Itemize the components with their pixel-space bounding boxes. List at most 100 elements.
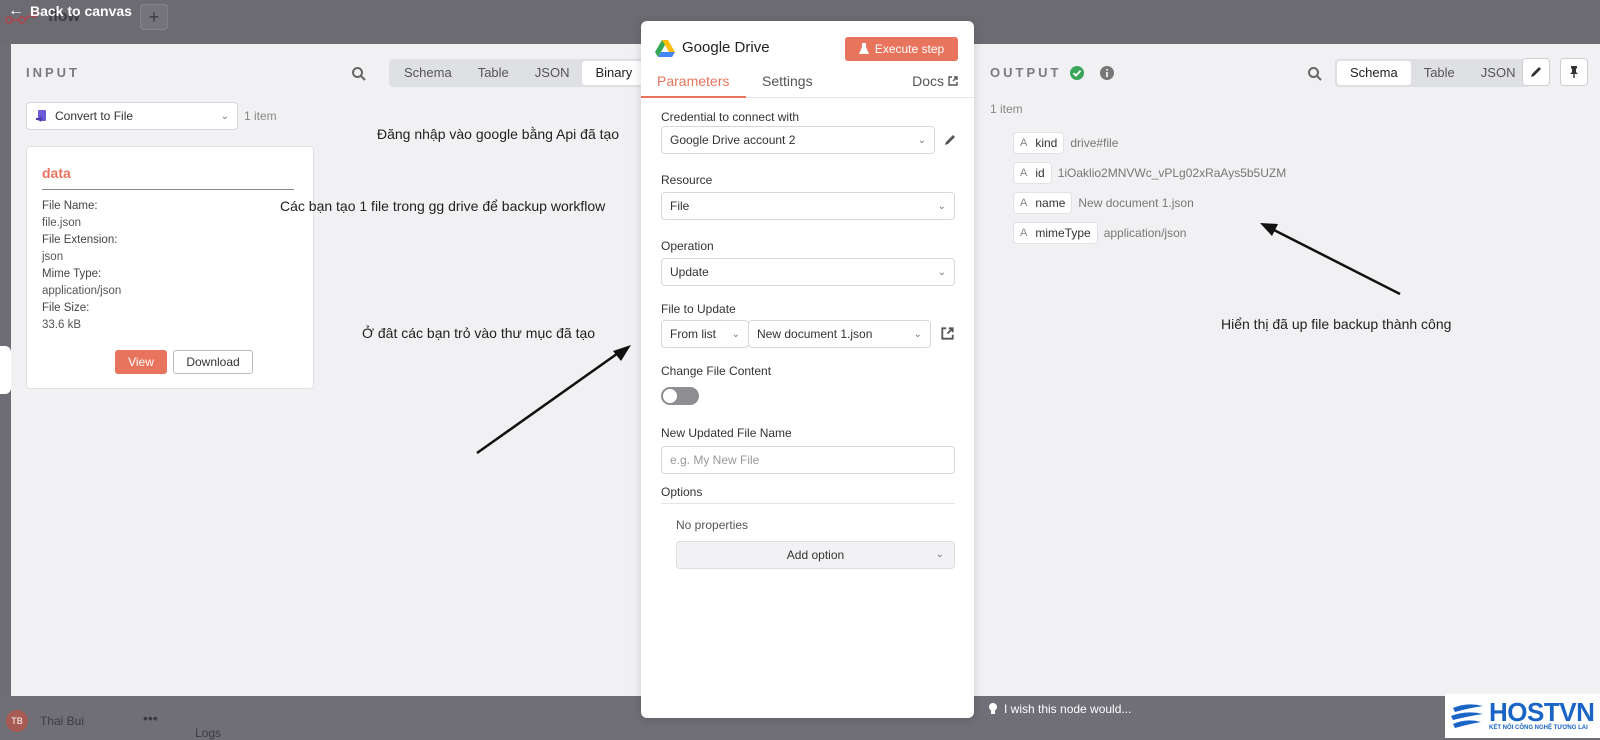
input-tab-json[interactable]: JSON [522, 61, 583, 85]
schema-value: New document 1.json [1078, 196, 1194, 210]
user-name: Thai Bui [40, 714, 85, 728]
brand-tagline: KẾT NỐI CÔNG NGHỆ TƯƠNG LAI [1489, 725, 1588, 731]
external-link-icon [948, 76, 958, 86]
credential-value: Google Drive account 2 [670, 133, 796, 147]
edit-output-button[interactable] [1522, 58, 1550, 86]
divider [42, 189, 294, 190]
input-tab-binary[interactable]: Binary [582, 61, 646, 85]
add-option-label: Add option [786, 548, 845, 562]
schema-value: drive#file [1070, 136, 1119, 150]
tab-parameters[interactable]: Parameters [657, 73, 729, 89]
chevron-down-icon: ⌄ [731, 328, 740, 340]
google-drive-icon [655, 40, 675, 57]
string-type-icon: A [1020, 197, 1028, 209]
credential-select[interactable]: Google Drive account 2 ⌄ [661, 126, 935, 154]
output-search-icon[interactable] [1307, 66, 1323, 82]
output-tab-json[interactable]: JSON [1468, 61, 1529, 85]
string-type-icon: A [1020, 137, 1028, 149]
arrow-left-icon: ← [8, 2, 24, 19]
no-properties-text: No properties [676, 518, 749, 532]
schema-row: Aid 1iOaklio2MNVWc_vPLg02xRaAys5b5UZM [1013, 162, 1286, 184]
node-title: Google Drive [682, 39, 770, 56]
annotation-login: Đăng nhập vào google bằng Api đã tạo [377, 126, 620, 142]
schema-key: id [1035, 166, 1045, 180]
credential-label: Credential to connect with [661, 110, 800, 124]
feedback-link[interactable]: I wish this node would... [988, 702, 1131, 716]
schema-row: Aname New document 1.json [1013, 192, 1194, 214]
input-view-tabs: Schema Table JSON Binary [389, 59, 648, 87]
more-options-icon[interactable]: ••• [143, 710, 158, 726]
new-name-input[interactable]: e.g. My New File [661, 446, 955, 474]
change-content-toggle[interactable] [661, 387, 699, 405]
output-tab-table[interactable]: Table [1411, 61, 1468, 85]
input-search-icon[interactable] [351, 66, 367, 82]
mime-type-label: Mime Type: [42, 268, 102, 280]
resource-select[interactable]: File ⌄ [661, 192, 955, 220]
schema-key-chip: Aname [1013, 192, 1073, 214]
operation-select[interactable]: Update ⌄ [661, 258, 955, 286]
file-value: New document 1.json [757, 327, 873, 341]
output-tab-schema[interactable]: Schema [1337, 61, 1411, 85]
annotation-arrow-icon [476, 345, 631, 455]
schema-key-chip: AmimeType [1013, 222, 1098, 244]
tab-settings[interactable]: Settings [762, 73, 813, 89]
file-to-update-label: File to Update [661, 302, 736, 316]
input-pane-title: INPUT [26, 65, 80, 80]
options-divider [661, 503, 955, 504]
resource-label: Resource [661, 173, 713, 187]
avatar[interactable]: TB [6, 710, 28, 732]
file-name-label: File Name: [42, 200, 98, 212]
hostvn-mark-icon [1451, 704, 1483, 728]
back-to-canvas-label: Back to canvas [30, 3, 132, 19]
file-mode-value: From list [670, 327, 716, 341]
lightbulb-icon [989, 703, 997, 714]
input-tab-table[interactable]: Table [465, 61, 522, 85]
file-select[interactable]: New document 1.json ⌄ [748, 320, 931, 348]
add-node-button[interactable]: + [140, 4, 168, 30]
open-file-external-icon[interactable] [941, 327, 954, 340]
file-size-value: 33.6 kB [42, 319, 81, 331]
schema-key-chip: Aid [1013, 162, 1052, 184]
execute-step-label: Execute step [874, 42, 945, 56]
flask-icon [858, 43, 869, 54]
change-content-label: Change File Content [661, 364, 772, 378]
schema-value: application/json [1103, 226, 1187, 240]
schema-value: 1iOaklio2MNVWc_vPLg02xRaAys5b5UZM [1057, 166, 1287, 180]
convert-file-icon [36, 110, 46, 122]
output-pane-title: OUTPUT [990, 65, 1062, 80]
add-option-button[interactable]: Add option ⌄ [676, 541, 955, 569]
pin-icon [1570, 66, 1578, 78]
schema-key: name [1035, 196, 1066, 210]
string-type-icon: A [1020, 227, 1028, 239]
schema-row: Akind drive#file [1013, 132, 1118, 154]
file-size-label: File Size: [42, 302, 90, 314]
options-label: Options [661, 485, 703, 499]
side-tab [0, 346, 11, 394]
view-button[interactable]: View [115, 350, 167, 374]
docs-link[interactable]: Docs [912, 73, 958, 89]
binary-card-title: data [42, 165, 71, 181]
download-button[interactable]: Download [173, 350, 253, 374]
execute-step-button[interactable]: Execute step [845, 37, 958, 61]
hostvn-logo: HOSTVN KẾT NỐI CÔNG NGHỆ TƯƠNG LAI [1445, 694, 1600, 738]
annotation-arrow-icon [1260, 223, 1401, 296]
back-to-canvas-button[interactable]: ← Back to canvas [8, 2, 132, 20]
schema-row: AmimeType application/json [1013, 222, 1186, 244]
file-mode-select[interactable]: From list ⌄ [661, 320, 749, 348]
resource-value: File [670, 199, 690, 213]
new-name-label: New Updated File Name [661, 426, 792, 440]
input-node-select-value: Convert to File [55, 109, 134, 123]
logs-label[interactable]: Logs [195, 726, 221, 740]
pin-output-button[interactable] [1560, 58, 1588, 86]
chevron-down-icon: ⌄ [917, 134, 926, 146]
output-item-count: 1 item [990, 102, 1023, 116]
toggle-knob [663, 389, 677, 403]
node-parameters-panel: Google Drive Execute step Parameters Set… [641, 21, 974, 718]
input-tab-schema[interactable]: Schema [391, 61, 465, 85]
operation-label: Operation [661, 239, 714, 253]
input-node-select[interactable]: Convert to File ⌄ [26, 102, 238, 130]
edit-credential-icon[interactable] [943, 133, 957, 147]
file-extension-label: File Extension: [42, 234, 118, 246]
annotation-success: Hiển thị đã up file backup thành công [1221, 316, 1452, 332]
info-icon[interactable] [1100, 66, 1114, 80]
